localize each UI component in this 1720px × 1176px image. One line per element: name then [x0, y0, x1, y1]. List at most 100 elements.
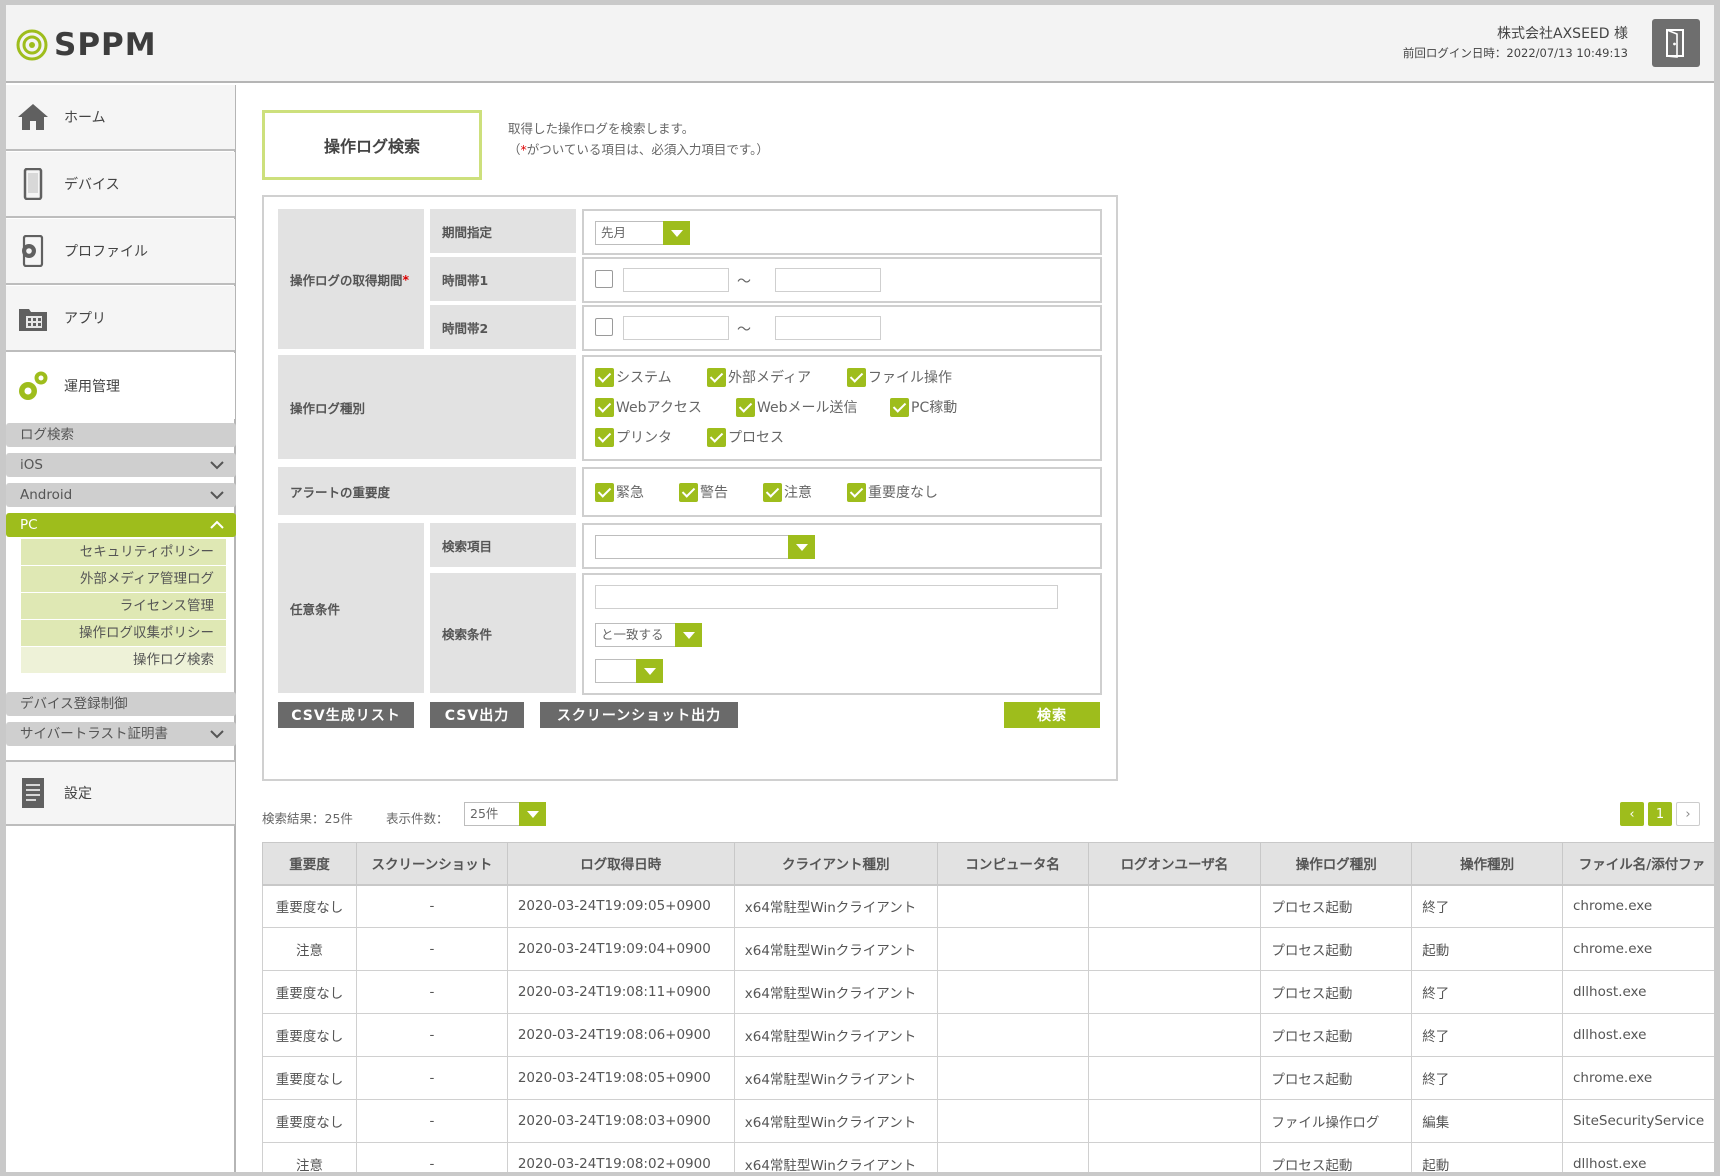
cell-log-type: ファイル操作ログ: [1260, 1099, 1413, 1143]
col-header-computer[interactable]: コンピュータ名: [936, 842, 1089, 886]
period-label: 操作ログの取得期間 *: [278, 209, 424, 349]
sidebar-pc-oplog-policy[interactable]: 操作ログ収集ポリシー: [21, 620, 226, 646]
alert-none-checkbox[interactable]: 重要度なし: [847, 482, 938, 502]
document-icon: [16, 776, 50, 810]
alert-caution-checkbox[interactable]: 注意: [763, 482, 812, 502]
sidebar-item-profile[interactable]: プロファイル: [6, 219, 235, 285]
table-row[interactable]: 重要度なし - 2020-03-24T19:08:11+0900 x64常駐型W…: [262, 970, 1714, 1014]
timeband1-start-input[interactable]: [623, 268, 729, 292]
alert-label: アラートの重要度: [278, 467, 576, 515]
search-button[interactable]: 検索: [1004, 702, 1100, 728]
cell-log-type: プロセス起動: [1260, 1056, 1413, 1100]
log-type-pc-uptime-checkbox[interactable]: PC稼動: [890, 397, 957, 417]
table-row[interactable]: 重要度なし - 2020-03-24T19:08:03+0900 x64常駐型W…: [262, 1099, 1714, 1143]
col-header-user[interactable]: ログオンユーザ名: [1087, 842, 1262, 886]
sidebar-sub-android[interactable]: Android: [6, 483, 236, 507]
search-cond-label: 検索条件: [430, 573, 576, 693]
timeband1-cell: ～: [582, 257, 1102, 303]
sidebar-item-device[interactable]: デバイス: [6, 152, 235, 218]
logo[interactable]: SPPM: [16, 23, 157, 67]
cell-filename: dllhost.exe: [1561, 1013, 1714, 1057]
condition-extra-select[interactable]: [595, 659, 663, 683]
log-type-webmail-checkbox[interactable]: Webメール送信: [736, 397, 858, 417]
sidebar-pc-external-media-log[interactable]: 外部メディア管理ログ: [21, 566, 226, 592]
page-title: 操作ログ検索: [262, 110, 482, 180]
cell-filename: chrome.exe: [1561, 1056, 1714, 1100]
log-type-system-checkbox[interactable]: システム: [595, 367, 672, 387]
sidebar-item-app[interactable]: アプリ: [6, 286, 235, 352]
sidebar-sub-log-search[interactable]: ログ検索: [6, 423, 236, 447]
sidebar-item-label: デバイス: [64, 177, 120, 193]
col-header-severity[interactable]: 重要度: [262, 842, 357, 886]
timeband2-end-input[interactable]: [775, 316, 881, 340]
sidebar-sub-pc[interactable]: PC: [6, 513, 236, 537]
cell-op-type: 終了: [1411, 1013, 1563, 1057]
cell-screenshot: -: [355, 1013, 508, 1057]
log-type-process-checkbox[interactable]: プロセス: [707, 427, 784, 447]
sidebar-sub-cybertrust[interactable]: サイバートラスト証明書: [6, 722, 236, 746]
table-header-row: 重要度 スクリーンショット ログ取得日時 クライアント種別 コンピュータ名 ログ…: [262, 842, 1714, 886]
col-header-op-type[interactable]: 操作種別: [1411, 842, 1563, 886]
period-spec-label: 期間指定: [430, 209, 576, 253]
cell-severity: 注意: [262, 927, 357, 971]
per-page-select[interactable]: 25件: [464, 802, 546, 826]
period-spec-cell: 先月: [582, 209, 1102, 255]
log-type-web-access-checkbox[interactable]: Webアクセス: [595, 397, 702, 417]
csv-output-button[interactable]: CSV出力: [430, 702, 524, 728]
sidebar-pc-security-policy[interactable]: セキュリティポリシー: [21, 539, 226, 565]
alert-warning-checkbox[interactable]: 警告: [679, 482, 728, 502]
cell-user: [1087, 970, 1262, 1014]
cell-client-type: x64常駐型Winクライアント: [733, 970, 938, 1014]
prev-page-button[interactable]: ‹: [1620, 802, 1644, 826]
col-header-screenshot[interactable]: スクリーンショット: [355, 842, 508, 886]
timeband1-checkbox[interactable]: [595, 270, 613, 288]
csv-list-button[interactable]: CSV生成リスト: [278, 702, 414, 728]
header: SPPM 株式会社AXSEED 様 前回ログイン日時：2022/07/13 10…: [6, 5, 1714, 83]
timeband2-start-input[interactable]: [623, 316, 729, 340]
sidebar-item-operation[interactable]: 運用管理: [6, 353, 235, 419]
cell-screenshot: -: [355, 1056, 508, 1100]
table-row[interactable]: 注意 - 2020-03-24T19:08:02+0900 x64常駐型Winク…: [262, 1142, 1714, 1172]
log-type-file-op-checkbox[interactable]: ファイル操作: [847, 367, 952, 387]
period-spec-select[interactable]: 先月: [595, 221, 690, 245]
chevron-down-icon: [663, 221, 690, 245]
sidebar-pc-license[interactable]: ライセンス管理: [21, 593, 226, 619]
timeband2-label: 時間帯2: [430, 305, 576, 349]
check-icon: [595, 427, 614, 447]
timeband1-end-input[interactable]: [775, 268, 881, 292]
logout-button[interactable]: [1652, 19, 1700, 67]
col-header-filename[interactable]: ファイル名/添付ファ: [1561, 842, 1714, 886]
next-page-button[interactable]: ›: [1676, 802, 1700, 826]
screenshot-output-button[interactable]: スクリーンショット出力: [540, 702, 738, 728]
sidebar-pc-oplog-search[interactable]: 操作ログ検索: [21, 647, 226, 673]
log-type-external-media-checkbox[interactable]: 外部メディア: [707, 367, 811, 387]
sppm-logo-icon: [16, 29, 48, 61]
checkbox-label: Webメール送信: [757, 400, 858, 416]
search-item-select[interactable]: [595, 535, 815, 559]
cell-user: [1087, 1013, 1262, 1057]
cell-screenshot: -: [355, 927, 508, 971]
match-type-select[interactable]: と一致する: [595, 623, 702, 647]
timeband2-checkbox[interactable]: [595, 318, 613, 336]
table-row[interactable]: 注意 - 2020-03-24T19:09:04+0900 x64常駐型Winク…: [262, 927, 1714, 971]
sidebar-item-settings[interactable]: 設定: [6, 760, 235, 826]
sidebar-sub-ios[interactable]: iOS: [6, 453, 236, 477]
page-1-button[interactable]: 1: [1648, 802, 1672, 826]
app-folder-icon: [16, 301, 50, 335]
sidebar-item-label: ホーム: [64, 110, 106, 126]
required-mark: *: [402, 271, 410, 287]
log-type-printer-checkbox[interactable]: プリンタ: [595, 427, 672, 447]
table-row[interactable]: 重要度なし - 2020-03-24T19:08:06+0900 x64常駐型W…: [262, 1013, 1714, 1057]
col-header-datetime[interactable]: ログ取得日時: [506, 842, 735, 886]
sidebar-item-home[interactable]: ホーム: [6, 85, 235, 151]
alert-urgent-checkbox[interactable]: 緊急: [595, 482, 644, 502]
cell-computer: [936, 927, 1089, 971]
table-row[interactable]: 重要度なし - 2020-03-24T19:09:05+0900 x64常駐型W…: [262, 884, 1714, 928]
col-header-log-type[interactable]: 操作ログ種別: [1260, 842, 1413, 886]
search-text-input[interactable]: [595, 585, 1058, 609]
log-type-cell: システム 外部メディア ファイル操作 Webアクセス Webメール送信 PC稼動…: [582, 355, 1102, 461]
table-row[interactable]: 重要度なし - 2020-03-24T19:08:05+0900 x64常駐型W…: [262, 1056, 1714, 1100]
col-header-client-type[interactable]: クライアント種別: [733, 842, 938, 886]
sidebar-sub-device-registration[interactable]: デバイス登録制御: [6, 692, 236, 716]
cell-op-type: 終了: [1411, 1056, 1563, 1100]
